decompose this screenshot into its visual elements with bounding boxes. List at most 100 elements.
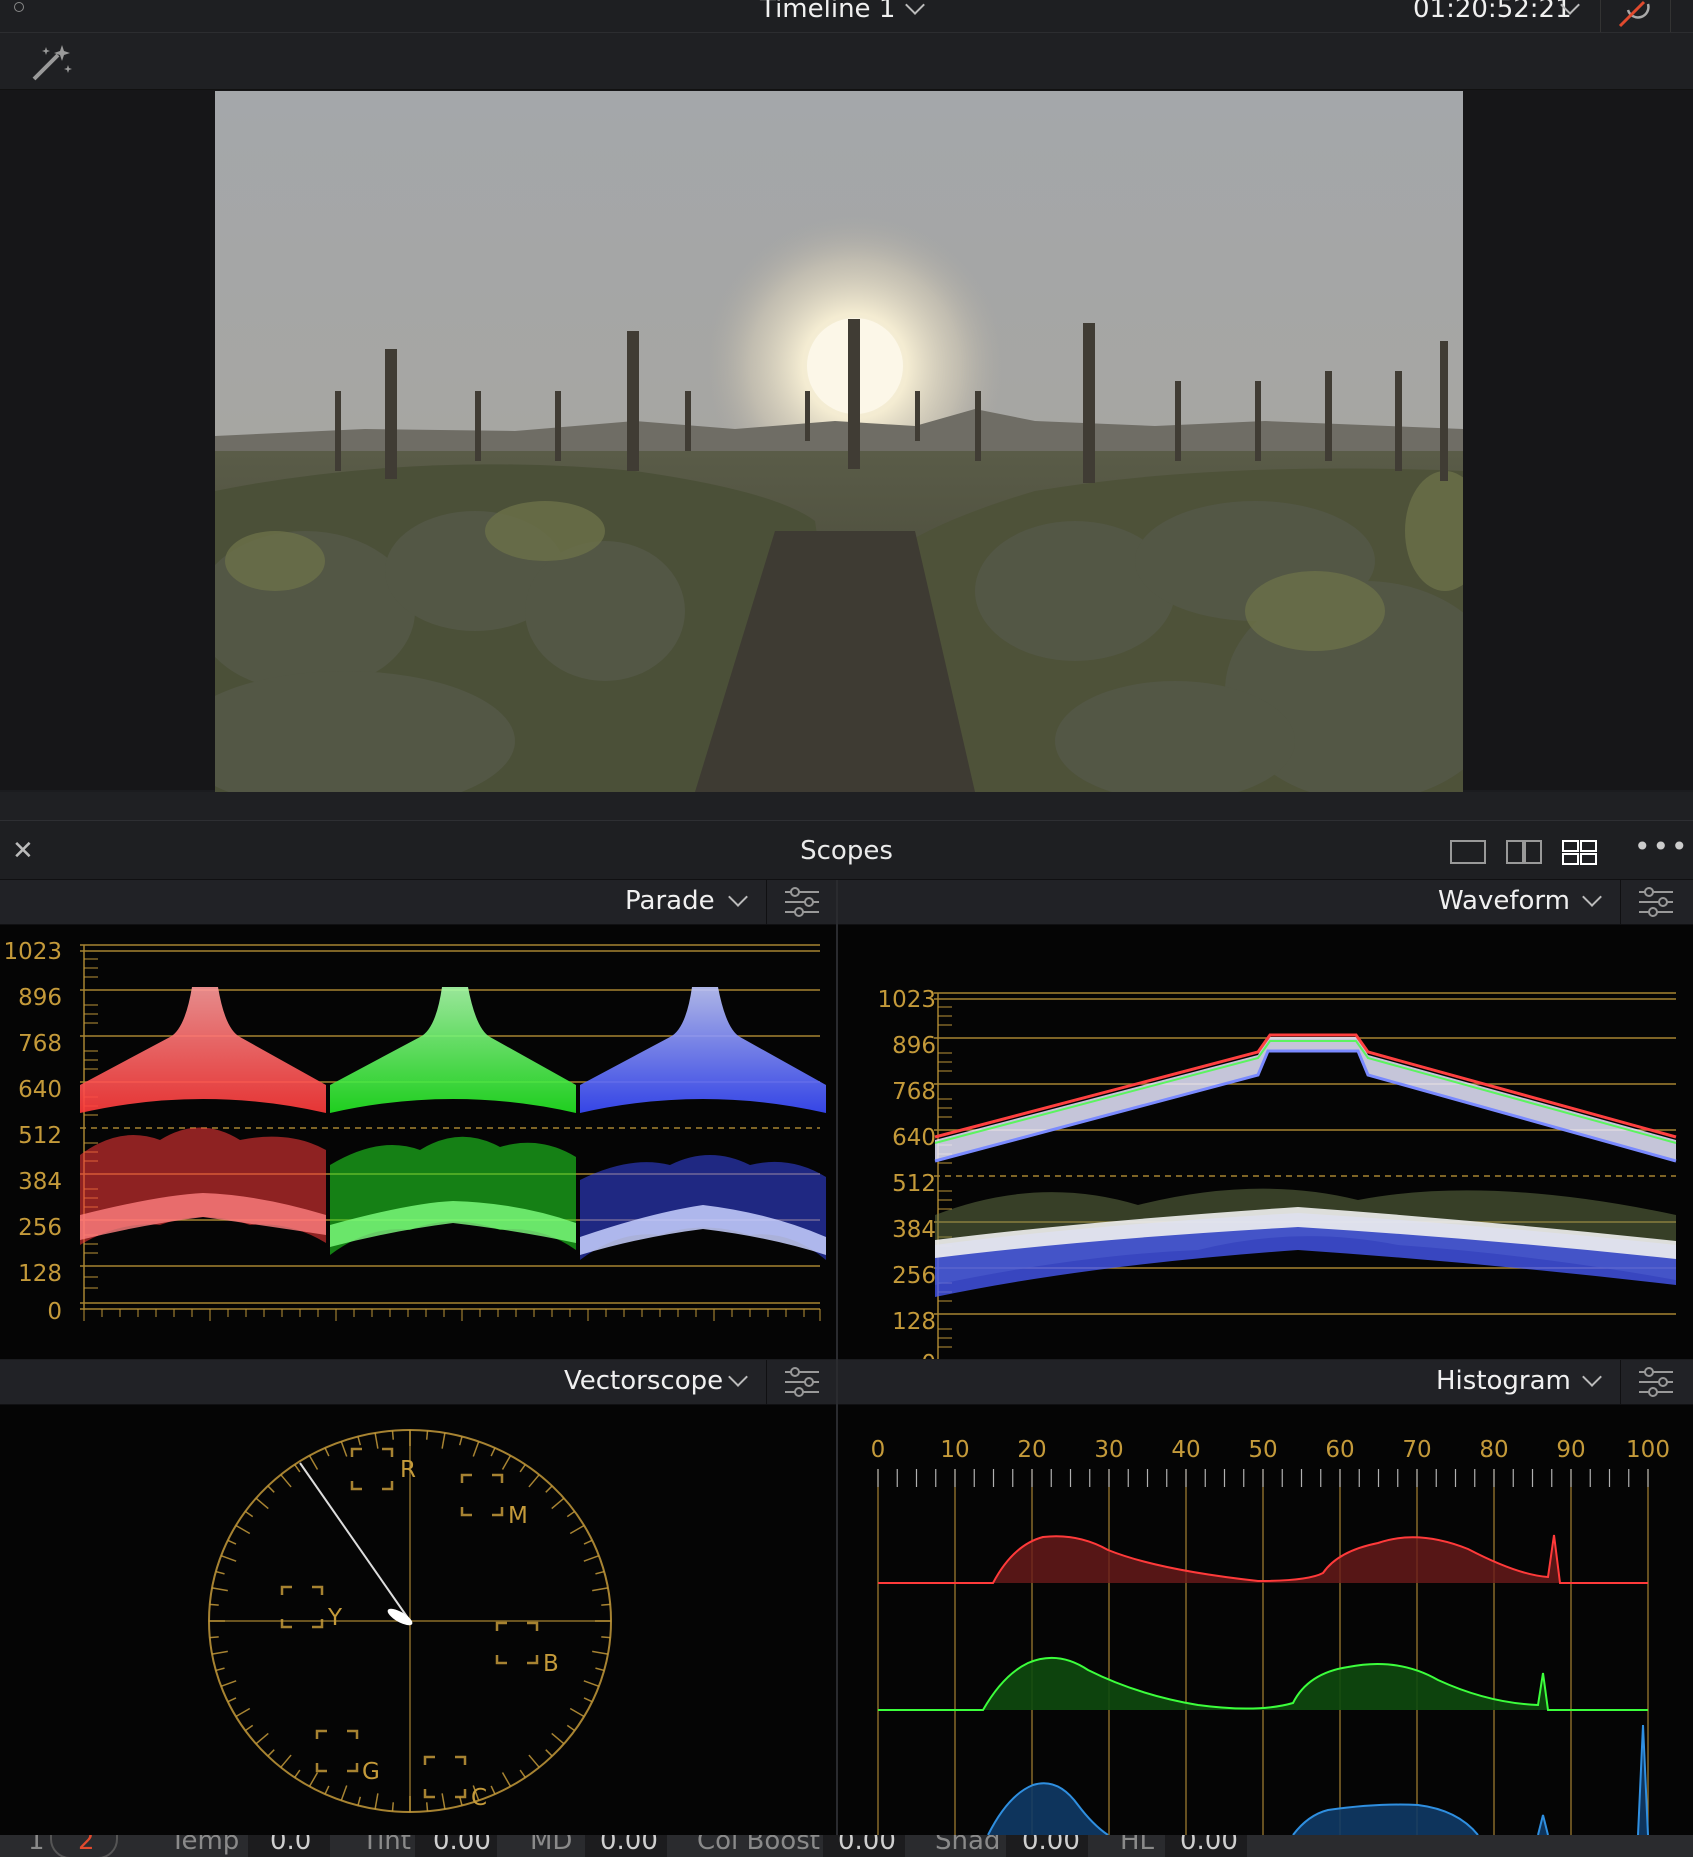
histogram-tick-label: 20 (1017, 1437, 1046, 1463)
vectorscope-tick (357, 1796, 362, 1806)
more-options-icon[interactable]: ••• (1634, 830, 1690, 863)
md-label: MD (530, 1835, 573, 1856)
waveform-tick-label: 512 (892, 1171, 936, 1197)
parade-tick-label: 0 (47, 1299, 62, 1325)
scope-settings-icon[interactable] (1620, 1360, 1691, 1404)
vectorscope-tick (244, 1510, 254, 1518)
vectorscope-tick (235, 1707, 251, 1718)
vectorscope-tick (308, 1772, 319, 1787)
vectorscope-tick (267, 1485, 275, 1493)
viewer-scopes-divider[interactable] (0, 792, 1693, 821)
histogram-tick-label: 30 (1094, 1437, 1123, 1463)
vectorscope-tick (391, 1802, 395, 1812)
histogram-dropdown[interactable]: Histogram (1436, 1366, 1571, 1396)
col-boost-value[interactable]: 0.00 (838, 1835, 896, 1856)
vectorscope-tick (211, 1650, 228, 1655)
timeline-title[interactable]: Timeline 1 (760, 0, 895, 24)
histogram-tick-label: 40 (1171, 1437, 1200, 1463)
parade-red-trace (80, 987, 326, 1245)
timecode-display[interactable]: 01:20:52:21 (1413, 0, 1572, 24)
waveform-tick-label: 768 (892, 1079, 936, 1105)
vectorscope-tick (441, 1793, 446, 1810)
vectorscope-tick (209, 1603, 219, 1606)
vectorscope-target-M: M (508, 1503, 528, 1529)
vectorscope-tick (519, 1464, 526, 1473)
shad-label: Shad (935, 1835, 1001, 1856)
vectorscope-tick (441, 1432, 446, 1449)
vectorscope-tick (601, 1636, 611, 1639)
vectorscope-tick (425, 1430, 429, 1440)
waveform-tick-label: 384 (892, 1217, 936, 1243)
vectorscope-tick (324, 1785, 330, 1795)
waveform-tick-label: 0 (921, 1351, 936, 1359)
vectorscope-tick (472, 1441, 480, 1457)
vectorscope-tick (244, 1724, 254, 1732)
vectorscope-tick (294, 1464, 301, 1473)
scope-settings-icon[interactable] (1620, 880, 1691, 924)
parade-scope: 1023 896 768 640 512 384 256 128 0 (0, 925, 836, 1359)
md-value[interactable]: 0.00 (600, 1835, 658, 1856)
hl-value[interactable]: 0.00 (1180, 1835, 1238, 1856)
vectorscope-target-C: C (471, 1785, 487, 1811)
vectorscope-tick (374, 1793, 379, 1810)
vectorscope-tick (592, 1587, 609, 1592)
vectorscope-tick (545, 1749, 553, 1757)
page-1-button[interactable]: 1 (28, 1835, 45, 1856)
vectorscope-tick (566, 1510, 576, 1518)
parade-tick-label: 512 (18, 1123, 62, 1149)
vectorscope-tick (280, 1474, 292, 1488)
parade-tick-label: 256 (18, 1215, 62, 1241)
vectorscope-dropdown[interactable]: Vectorscope (564, 1366, 723, 1396)
scope-settings-icon[interactable] (766, 1360, 837, 1404)
vectorscope-tick (211, 1587, 228, 1592)
vectorscope-tick (209, 1636, 219, 1639)
waveform-tick-label: 128 (892, 1309, 936, 1335)
vectorscope-tick (227, 1539, 237, 1545)
waveform-tick-label: 1023 (877, 987, 936, 1013)
vectorscope-tick (551, 1497, 565, 1510)
histogram-scope: 0 10 20 30 40 50 60 70 80 90 100 (838, 1405, 1693, 1836)
single-layout-icon[interactable] (1450, 840, 1486, 864)
vectorscope-target-Y: Y (327, 1605, 343, 1631)
color-adjust-bar: 1 2 Temp 0.0 Tint 0.00 MD 0.00 Col Boost… (0, 1835, 1693, 1857)
vectorscope-tick (501, 1455, 512, 1470)
col-boost-label: Col Boost (697, 1835, 820, 1856)
vectorscope-tick (592, 1650, 609, 1655)
waveform-tick-label: 640 (892, 1125, 936, 1151)
parade-dropdown[interactable]: Parade (625, 886, 715, 916)
timeline-dropdown-chevron-icon[interactable] (905, 0, 925, 15)
vectorscope-tick (528, 1474, 540, 1488)
vectorscope-tick (595, 1667, 605, 1672)
histogram-tick-label: 0 (871, 1437, 886, 1463)
temp-value[interactable]: 0.0 (270, 1835, 311, 1856)
vectorscope-tick (374, 1432, 379, 1449)
page-2-label: 2 (78, 1835, 95, 1856)
parade-tick-label: 896 (18, 985, 62, 1011)
vectorscope-tick (357, 1436, 362, 1446)
parade-tick-label: 768 (18, 1031, 62, 1057)
parade-tick-label: 384 (18, 1169, 62, 1195)
vectorscope-tick (569, 1524, 585, 1535)
vectorscope-scope: R M Y B G C (0, 1405, 836, 1835)
vectorscope-tick (215, 1570, 225, 1575)
shad-value[interactable]: 0.00 (1022, 1835, 1080, 1856)
vectorscope-tick (324, 1447, 330, 1457)
scopes-title: Scopes (800, 836, 893, 866)
quad-layout-icon[interactable] (1562, 840, 1598, 865)
vectorscope-target-B: B (543, 1651, 559, 1677)
parade-tick-label: 640 (18, 1077, 62, 1103)
vectorscope-tick (220, 1554, 237, 1562)
magic-wand-icon[interactable] (30, 43, 74, 83)
bypass-icon[interactable] (1614, 0, 1654, 28)
vectorscope-tick (490, 1785, 496, 1795)
window-dot (14, 2, 24, 12)
vectorscope-tick (458, 1436, 463, 1446)
waveform-dropdown[interactable]: Waveform (1438, 886, 1570, 916)
vectorscope-target-R: R (400, 1457, 416, 1483)
dual-layout-icon[interactable] (1506, 840, 1542, 864)
scope-settings-icon[interactable] (766, 880, 837, 924)
parade-scope-graph: 1023 896 768 640 512 384 256 128 0 (3, 939, 826, 1325)
viewer-frame-image[interactable] (215, 91, 1463, 792)
tint-value[interactable]: 0.00 (433, 1835, 491, 1856)
vectorscope-target-G: G (362, 1759, 380, 1785)
